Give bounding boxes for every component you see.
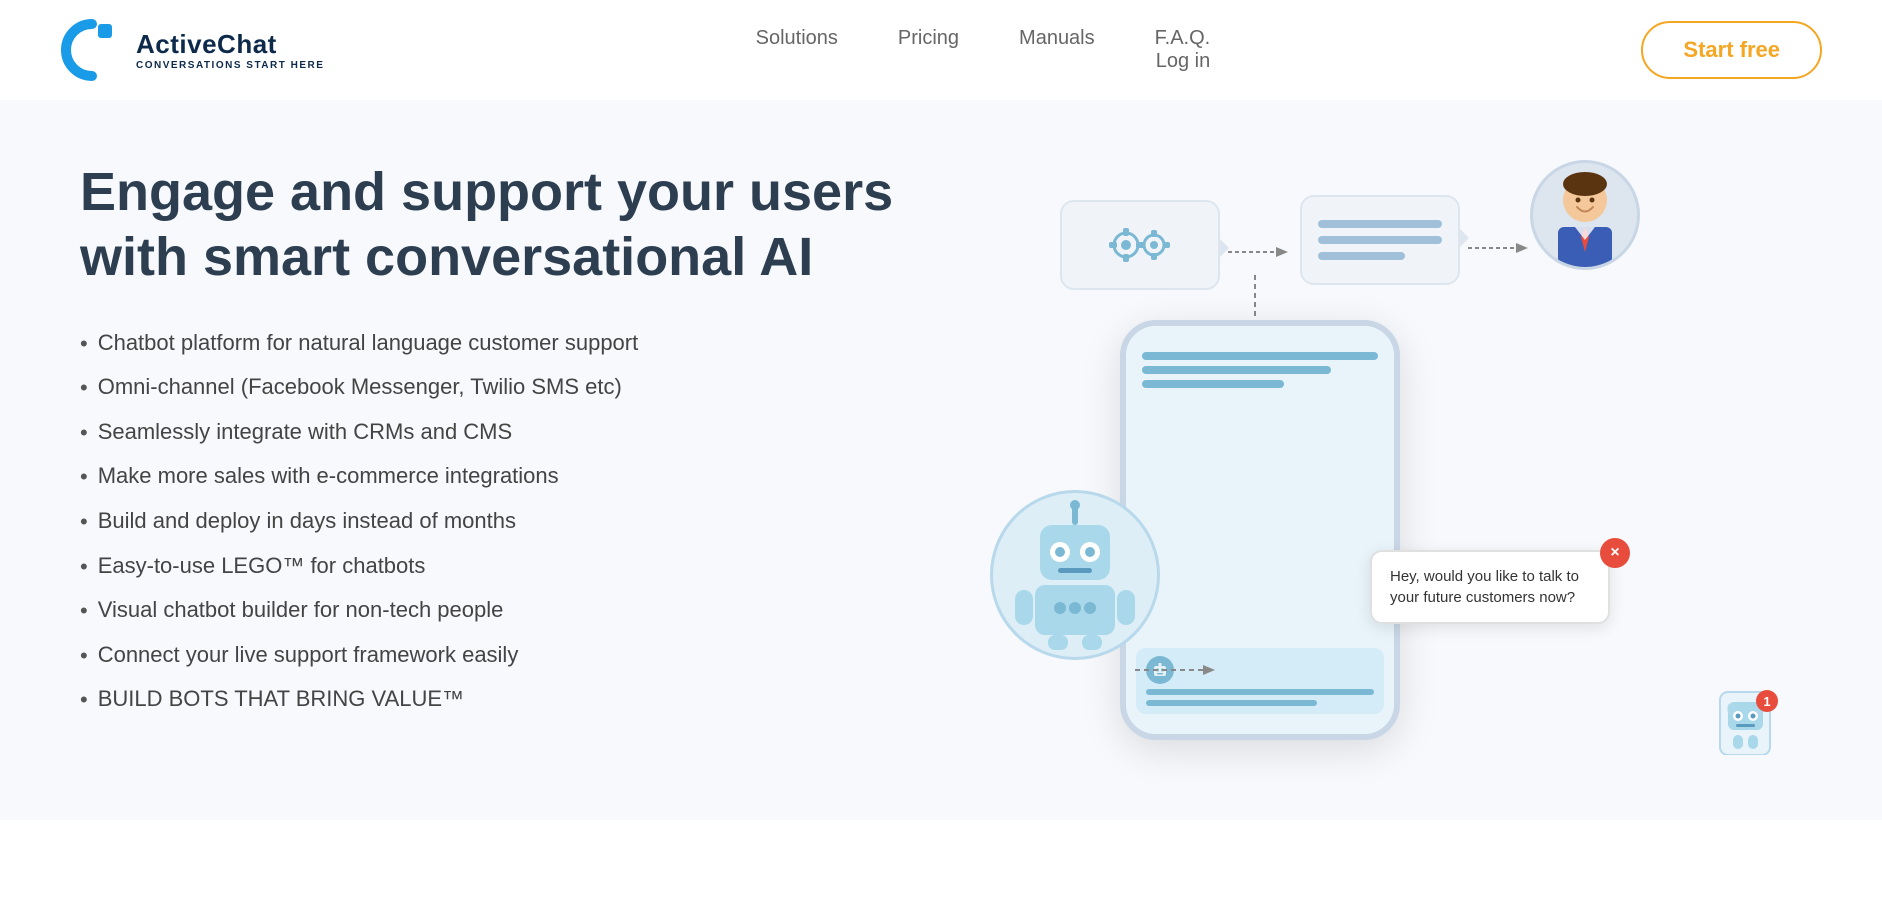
list-item: Omni-channel (Facebook Messenger, Twilio…: [80, 374, 940, 403]
phone-message-lines: [1142, 352, 1378, 388]
nav-row-top: Solutions Pricing Manuals F.A.Q.: [756, 27, 1211, 50]
nav-pricing[interactable]: Pricing: [898, 27, 959, 50]
hero-left: Engage and support your users with smart…: [80, 160, 940, 731]
person-icon: [1540, 172, 1630, 267]
main-nav: Solutions Pricing Manuals F.A.Q. Log in: [756, 27, 1211, 73]
illustration-area: Hey, would you like to talk to your futu…: [980, 160, 1800, 780]
dashed-arrow-robot-icon: [1135, 660, 1215, 680]
phone-msg-line: [1142, 352, 1378, 360]
arrow-right-2-icon: [1468, 238, 1528, 258]
phone-bottom-message: [1136, 648, 1384, 714]
nav-solutions[interactable]: Solutions: [756, 27, 838, 50]
nav-row-bottom: Log in: [756, 50, 1211, 73]
bubble-line: [1318, 220, 1442, 228]
lines-bubble: [1300, 195, 1460, 285]
phone-msg-line: [1142, 366, 1331, 374]
hero-illustration: Hey, would you like to talk to your futu…: [980, 160, 1800, 780]
notification-badge: 1: [1756, 690, 1778, 712]
phone-msg-line: [1142, 380, 1284, 388]
bubble-line: [1318, 236, 1442, 244]
list-item: Seamlessly integrate with CRMs and CMS: [80, 419, 940, 448]
list-item: Easy-to-use LEGO™ for chatbots: [80, 553, 940, 582]
logo-area: ActiveChat CONVERSATIONS START HERE: [60, 18, 324, 82]
list-item: BUILD BOTS THAT BRING VALUE™: [80, 686, 940, 715]
list-item: Make more sales with e-commerce integrat…: [80, 463, 940, 492]
list-item: Connect your live support framework easi…: [80, 642, 940, 671]
bubble-line: [1318, 252, 1405, 260]
logo-subtitle: CONVERSATIONS START HERE: [136, 60, 324, 71]
msg-line: [1146, 700, 1317, 706]
header: ActiveChat CONVERSATIONS START HERE Solu…: [0, 0, 1882, 100]
hero-features-list: Chatbot platform for natural language cu…: [80, 330, 940, 715]
gears-icon: [1100, 218, 1180, 273]
logo-title: ActiveChat: [136, 29, 324, 60]
mini-robot-widget[interactable]: 1: [1710, 690, 1780, 770]
robot-circle: [990, 490, 1160, 660]
gear-bubble: [1060, 200, 1220, 290]
msg-line: [1146, 689, 1374, 695]
person-avatar: [1530, 160, 1640, 270]
nav-login[interactable]: Log in: [1156, 50, 1211, 73]
chat-popup: Hey, would you like to talk to your futu…: [1370, 550, 1610, 624]
list-item: Chatbot platform for natural language cu…: [80, 330, 940, 359]
hero-section: Engage and support your users with smart…: [0, 100, 1882, 820]
chat-close-button[interactable]: ×: [1600, 538, 1630, 568]
start-free-button[interactable]: Start free: [1641, 21, 1822, 79]
arrow-right-icon: [1228, 242, 1288, 262]
list-item: Build and deploy in days instead of mont…: [80, 508, 940, 537]
nav-manuals[interactable]: Manuals: [1019, 27, 1095, 50]
logo-text-group: ActiveChat CONVERSATIONS START HERE: [136, 29, 324, 71]
robot-icon: [1010, 500, 1140, 650]
hero-title: Engage and support your users with smart…: [80, 160, 940, 290]
list-item: Visual chatbot builder for non-tech peop…: [80, 597, 940, 626]
nav-faq[interactable]: F.A.Q.: [1155, 27, 1211, 50]
logo-icon: [60, 18, 124, 82]
